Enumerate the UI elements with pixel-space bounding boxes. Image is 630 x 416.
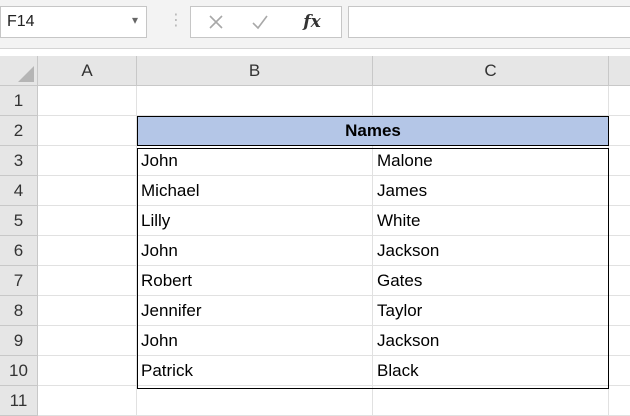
cell-c11[interactable] — [373, 386, 609, 416]
cell-c1[interactable] — [373, 86, 609, 116]
row-header-2[interactable]: 2 — [0, 116, 38, 146]
close-icon[interactable] — [199, 9, 233, 35]
row-header-9[interactable]: 9 — [0, 326, 38, 356]
cell-a2[interactable] — [38, 116, 137, 146]
cell-c7[interactable]: Gates — [373, 266, 609, 296]
row-header-4[interactable]: 4 — [0, 176, 38, 206]
cell-d6[interactable] — [609, 236, 630, 266]
cell-b6[interactable]: John — [137, 236, 373, 266]
check-icon[interactable] — [243, 9, 277, 35]
cell-d5[interactable] — [609, 206, 630, 236]
cell-b8[interactable]: Jennifer — [137, 296, 373, 326]
cell-b11[interactable] — [137, 386, 373, 416]
cell-c4[interactable]: James — [373, 176, 609, 206]
cell-d2[interactable] — [609, 116, 630, 146]
cell-a11[interactable] — [38, 386, 137, 416]
column-header-d[interactable] — [609, 56, 630, 86]
cell-a4[interactable] — [38, 176, 137, 206]
row-header-1[interactable]: 1 — [0, 86, 38, 116]
cell-d9[interactable] — [609, 326, 630, 356]
cell-b3[interactable]: John — [137, 146, 373, 176]
cell-d10[interactable] — [609, 356, 630, 386]
cell-d8[interactable] — [609, 296, 630, 326]
name-box[interactable]: F14 ▾ — [0, 6, 147, 38]
column-header-c[interactable]: C — [373, 56, 609, 86]
cell-d3[interactable] — [609, 146, 630, 176]
row-header-3[interactable]: 3 — [0, 146, 38, 176]
cell-a5[interactable] — [38, 206, 137, 236]
cell-b10[interactable]: Patrick — [137, 356, 373, 386]
name-box-value: F14 — [7, 13, 35, 30]
row-header-6[interactable]: 6 — [0, 236, 38, 266]
row-header-5[interactable]: 5 — [0, 206, 38, 236]
cell-a8[interactable] — [38, 296, 137, 326]
cell-c6[interactable]: Jackson — [373, 236, 609, 266]
cell-b9[interactable]: John — [137, 326, 373, 356]
cell-a1[interactable] — [38, 86, 137, 116]
cell-a6[interactable] — [38, 236, 137, 266]
cell-c3[interactable]: Malone — [373, 146, 609, 176]
chevron-down-icon[interactable]: ▾ — [132, 13, 138, 27]
cell-a10[interactable] — [38, 356, 137, 386]
formula-buttons: fx — [190, 6, 342, 38]
cell-d11[interactable] — [609, 386, 630, 416]
cell-d4[interactable] — [609, 176, 630, 206]
column-header-b[interactable]: B — [137, 56, 373, 86]
cell-d7[interactable] — [609, 266, 630, 296]
insert-function-button[interactable]: fx — [295, 9, 329, 35]
select-all-button[interactable] — [0, 56, 38, 86]
cell-b1[interactable] — [137, 86, 373, 116]
column-header-a[interactable]: A — [38, 56, 137, 86]
cell-c8[interactable]: Taylor — [373, 296, 609, 326]
formula-input[interactable] — [348, 6, 630, 38]
cell-c9[interactable]: Jackson — [373, 326, 609, 356]
row-header-8[interactable]: 8 — [0, 296, 38, 326]
cell-a9[interactable] — [38, 326, 137, 356]
cell-c10[interactable]: Black — [373, 356, 609, 386]
cell-b7[interactable]: Robert — [137, 266, 373, 296]
row-header-7[interactable]: 7 — [0, 266, 38, 296]
cell-b5[interactable]: Lilly — [137, 206, 373, 236]
cell-d1[interactable] — [609, 86, 630, 116]
fx-label: fx — [303, 12, 321, 32]
cell-c5[interactable]: White — [373, 206, 609, 236]
formula-bar: F14 ▾ ⋮ fx — [0, 0, 630, 49]
cell-b4[interactable]: Michael — [137, 176, 373, 206]
row-header-11[interactable]: 11 — [0, 386, 38, 416]
cell-a7[interactable] — [38, 266, 137, 296]
grip-icon: ⋮ — [168, 12, 184, 29]
cell-a3[interactable] — [38, 146, 137, 176]
names-header-cell[interactable]: Names — [137, 116, 609, 146]
row-header-10[interactable]: 10 — [0, 356, 38, 386]
